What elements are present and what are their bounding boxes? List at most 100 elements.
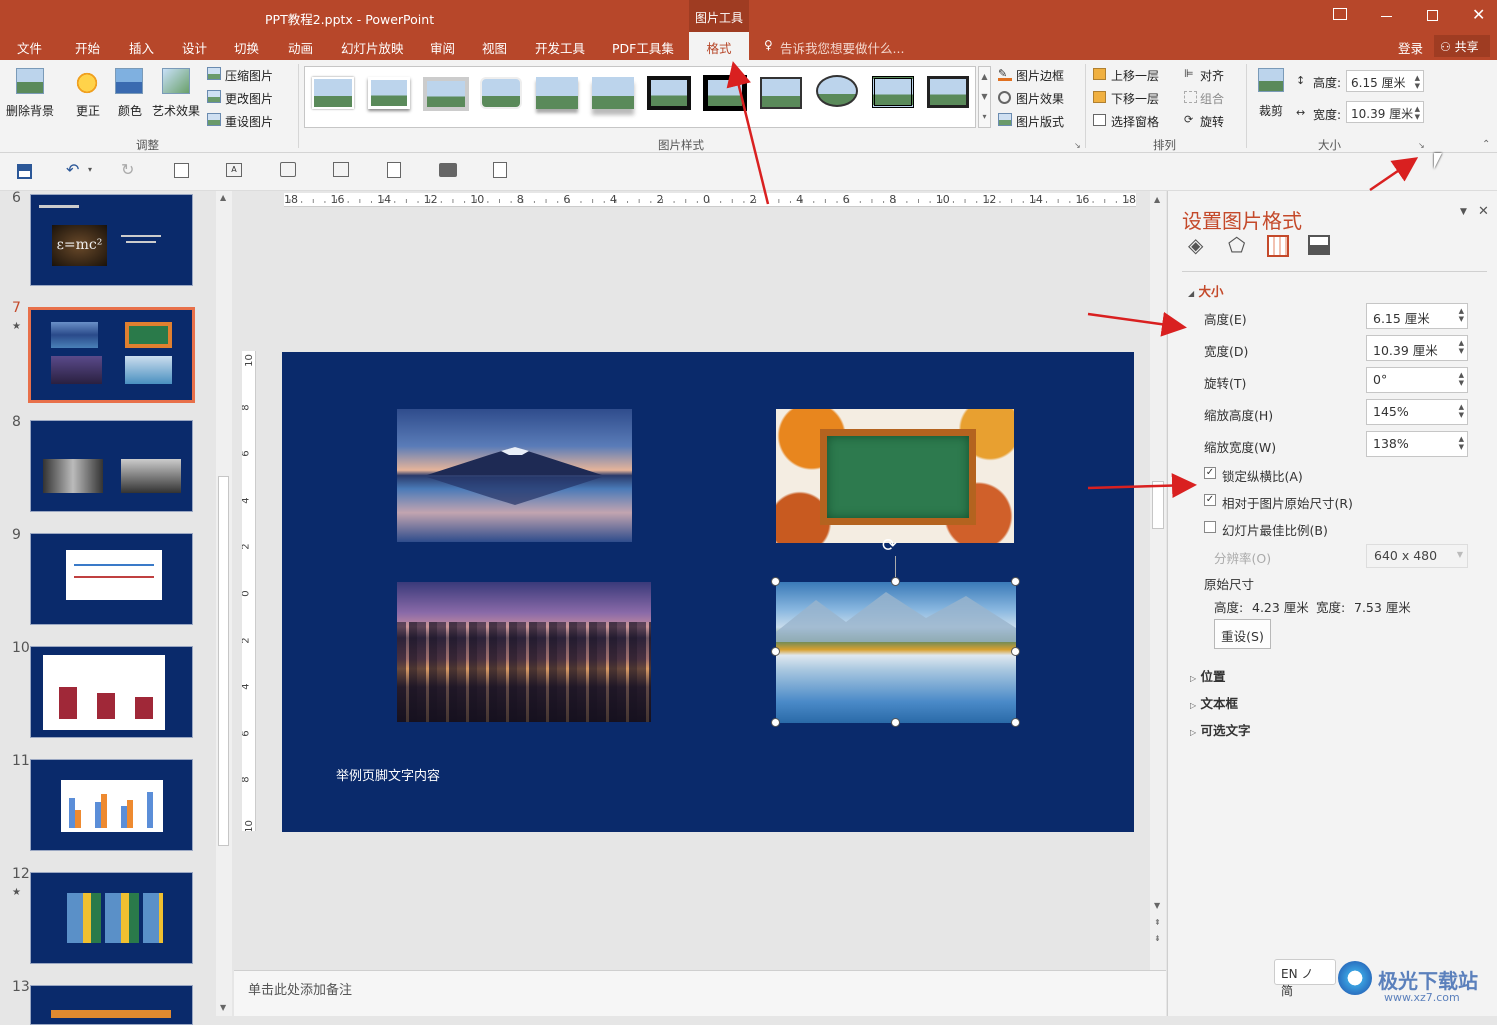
undo-dropdown-icon[interactable]: ▾ xyxy=(88,165,92,174)
correct-button[interactable]: 更正 xyxy=(70,66,106,130)
scroll-down-icon[interactable]: ▼ xyxy=(1154,901,1160,910)
style-7[interactable] xyxy=(647,76,691,110)
bring-forward-button[interactable]: 上移一层 xyxy=(1093,65,1179,85)
resize-handle-e[interactable] xyxy=(1011,647,1020,656)
slide-footer-text[interactable]: 举例页脚文字内容 xyxy=(336,765,440,784)
style-2[interactable] xyxy=(368,77,410,109)
picture-styles-gallery[interactable] xyxy=(304,66,976,128)
ribbon-width-input[interactable]: 10.39 厘米 ▲ ▼ xyxy=(1346,101,1424,123)
effects-tab-icon[interactable]: ⬠ xyxy=(1228,233,1245,257)
menu-file[interactable]: 文件 xyxy=(17,38,42,57)
menu-home[interactable]: 开始 xyxy=(75,38,100,57)
menu-pdf[interactable]: PDF工具集 xyxy=(612,38,674,57)
resize-handle-ne[interactable] xyxy=(1011,577,1020,586)
group-button[interactable]: 组合 xyxy=(1184,88,1240,108)
resize-handle-sw[interactable] xyxy=(771,718,780,727)
styles-dialog-launcher[interactable]: ↘ xyxy=(1074,141,1081,150)
width-spinner[interactable]: ▲ ▼ xyxy=(1459,339,1464,355)
textbox-icon[interactable]: A xyxy=(226,163,242,177)
size-dialog-launcher[interactable]: ↘ xyxy=(1418,141,1425,150)
section-size-header[interactable]: ◢ 大小 xyxy=(1188,281,1224,300)
scroll-up-icon[interactable]: ▲ xyxy=(1154,195,1160,204)
section-textbox-header[interactable]: ▷ 文本框 xyxy=(1190,693,1238,712)
save-icon[interactable] xyxy=(17,164,32,179)
ime-indicator[interactable]: EN ノ 简 xyxy=(1274,959,1336,998)
tab-format[interactable]: 格式 xyxy=(689,32,749,60)
prev-slide-icon[interactable]: ⇞ xyxy=(1154,918,1161,927)
image-autumn-chalkboard[interactable] xyxy=(776,409,1014,543)
menu-design[interactable]: 设计 xyxy=(182,38,207,57)
menu-developer[interactable]: 开发工具 xyxy=(535,38,585,57)
best-scale-checkbox[interactable] xyxy=(1204,521,1216,533)
picture-tab-icon[interactable] xyxy=(1308,235,1330,255)
menu-animations[interactable]: 动画 xyxy=(288,38,313,57)
style-6[interactable] xyxy=(592,77,634,109)
editor-scrollbar[interactable]: ▲ ▼ ⇞ ⇟ xyxy=(1150,191,1166,970)
color-button[interactable]: 颜色 xyxy=(112,66,148,130)
menu-view[interactable]: 视图 xyxy=(482,38,507,57)
slide-thumbnail-11[interactable] xyxy=(30,759,193,851)
style-1[interactable] xyxy=(312,77,354,109)
notes-area[interactable]: 单击此处添加备注 xyxy=(234,970,1166,1016)
resize-handle-n[interactable] xyxy=(891,577,900,586)
rotate-button[interactable]: ⟳ 旋转 xyxy=(1184,111,1240,131)
menu-insert[interactable]: 插入 xyxy=(129,38,154,57)
collapse-ribbon-icon[interactable]: ⌃ xyxy=(1482,139,1490,150)
ribbon-height-input[interactable]: 6.15 厘米 ▲ ▼ xyxy=(1346,70,1424,92)
style-9[interactable] xyxy=(760,77,802,109)
rotation-input[interactable]: 0° ▲ ▼ xyxy=(1366,367,1468,393)
share-button[interactable]: ⚇ 共享 xyxy=(1434,35,1490,57)
menu-transitions[interactable]: 切换 xyxy=(234,38,259,57)
selection-pane-button[interactable]: 选择窗格 xyxy=(1093,111,1179,131)
width-input[interactable]: 10.39 厘米 ▲ ▼ xyxy=(1366,335,1468,361)
redo-icon[interactable]: ↻ xyxy=(121,160,134,179)
slide-canvas[interactable]: ⟳ 举例页脚文字内容 xyxy=(282,352,1134,832)
style-4[interactable] xyxy=(480,77,522,109)
remove-background-button[interactable]: 删除背景 xyxy=(4,66,58,126)
lock-aspect-checkbox[interactable]: ✓ xyxy=(1204,467,1216,479)
scroll-thumb[interactable] xyxy=(1152,481,1164,529)
maximize-icon[interactable] xyxy=(1427,10,1438,21)
compress-picture-button[interactable]: 压缩图片 xyxy=(205,65,285,85)
section-alt-text-header[interactable]: ▷ 可选文字 xyxy=(1190,720,1251,739)
size-properties-tab-icon[interactable] xyxy=(1267,235,1289,257)
slide-thumbnail-9[interactable] xyxy=(30,533,193,625)
scale-height-spinner[interactable]: ▲ ▼ xyxy=(1459,403,1464,419)
preview-icon[interactable] xyxy=(387,162,401,178)
picture-effect-button[interactable]: 图片效果 xyxy=(998,88,1078,108)
fill-line-tab-icon[interactable]: ◈ xyxy=(1188,233,1203,257)
ribbon-display-icon[interactable] xyxy=(1333,8,1347,20)
image-city-night[interactable] xyxy=(397,582,651,722)
ribbon-height-spinner[interactable]: ▲ ▼ xyxy=(1415,74,1420,90)
pane-options-icon[interactable]: ▼ xyxy=(1460,207,1467,217)
slide-thumbnail-10[interactable] xyxy=(30,646,193,738)
slide-thumbnail-6[interactable]: ε=mc² xyxy=(30,194,193,286)
gallery-scroll[interactable]: ▲ ▼ ▾ xyxy=(978,66,991,128)
close-icon[interactable]: ✕ xyxy=(1472,5,1485,24)
style-11[interactable] xyxy=(872,76,914,108)
menu-slideshow[interactable]: 幻灯片放映 xyxy=(341,38,404,57)
picture-border-button[interactable]: ✎ 图片边框 xyxy=(998,65,1078,85)
from-beginning-icon[interactable] xyxy=(280,162,296,177)
rotate-handle-icon[interactable]: ⟳ xyxy=(882,535,897,556)
new-slide-icon[interactable] xyxy=(174,163,189,178)
send-backward-button[interactable]: 下移一层 xyxy=(1093,88,1179,108)
export-icon[interactable] xyxy=(493,162,507,178)
image-lake-mountains-selected[interactable] xyxy=(776,582,1016,723)
scroll-up-icon[interactable]: ▲ xyxy=(220,193,226,202)
print-icon[interactable] xyxy=(439,163,457,177)
style-10[interactable] xyxy=(816,75,858,107)
height-spinner[interactable]: ▲ ▼ xyxy=(1459,307,1464,323)
resize-handle-nw[interactable] xyxy=(771,577,780,586)
art-effects-button[interactable]: 艺术效果 xyxy=(150,66,204,130)
pane-close-icon[interactable]: ✕ xyxy=(1478,204,1489,219)
present-icon[interactable] xyxy=(333,162,349,177)
image-mount-fuji[interactable] xyxy=(397,409,632,542)
resize-handle-w[interactable] xyxy=(771,647,780,656)
scale-width-spinner[interactable]: ▲ ▼ xyxy=(1459,435,1464,451)
crop-button[interactable]: 裁剪 xyxy=(1254,66,1290,130)
resize-handle-se[interactable] xyxy=(1011,718,1020,727)
picture-layout-button[interactable]: 图片版式 xyxy=(998,111,1078,131)
slide-thumbnail-12[interactable] xyxy=(30,872,193,964)
thumbnails-scrollbar[interactable]: ▲ ▼ xyxy=(216,191,232,1016)
